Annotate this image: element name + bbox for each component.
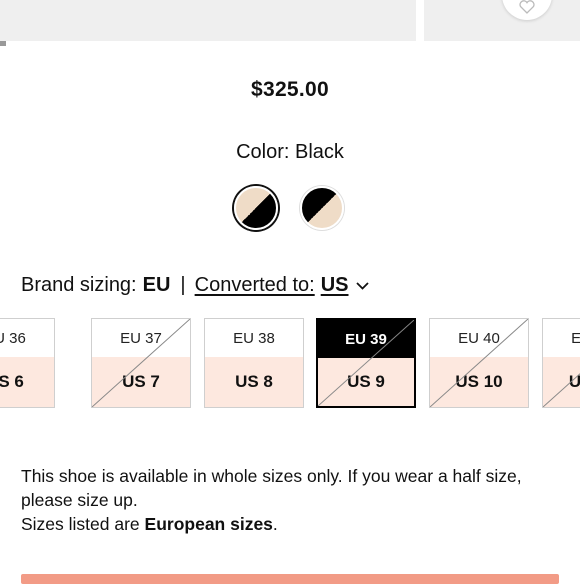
chevron-down-icon[interactable] <box>355 281 370 291</box>
converted-label: Converted to: <box>194 274 315 296</box>
size-eu-label: EU 39 <box>318 320 414 358</box>
gallery-indicator <box>0 41 6 46</box>
brand-sizing-label: Brand sizing: <box>21 274 137 296</box>
size-option-eu39[interactable]: EU 39 US 9 <box>316 318 416 408</box>
size-system-row: Brand sizing: EU | Converted to: US <box>21 274 370 297</box>
size-option-eu37[interactable]: EU 37 US 7 <box>91 318 191 408</box>
size-option-eu36[interactable]: EU 36 US 6 <box>0 318 55 408</box>
converted-size-dropdown[interactable]: Converted to: US <box>195 274 349 297</box>
size-note-prefix: Sizes listed are <box>21 514 145 534</box>
size-note-line1: This shoe is available in whole sizes on… <box>21 466 522 510</box>
size-eu-label: EU 41 <box>571 329 580 347</box>
size-option-eu41[interactable]: EU 41 US 11 <box>542 318 580 408</box>
size-selector: EU 36 US 6 EU 37 US 7 EU 38 US 8 EU 39 U… <box>0 318 580 410</box>
color-selection-label: Color: Black <box>0 141 580 164</box>
size-us-label: US 11 <box>543 357 580 407</box>
size-option-eu38[interactable]: EU 38 US 8 <box>204 318 304 408</box>
size-note-suffix: . <box>272 514 278 534</box>
color-label: Color: <box>236 141 290 163</box>
swatch-cream[interactable] <box>300 186 344 230</box>
size-us-label: US 9 <box>318 358 414 406</box>
heart-icon <box>519 0 535 14</box>
size-us-label: US 8 <box>205 357 303 407</box>
size-note: This shoe is available in whole sizes on… <box>21 464 561 536</box>
color-swatches <box>228 180 368 240</box>
converted-value: US <box>320 274 349 296</box>
size-eu-label: EU 36 <box>0 329 26 347</box>
add-to-bag-button[interactable] <box>21 574 559 584</box>
sizing-separator: | <box>180 274 186 296</box>
size-eu-label: EU 37 <box>120 329 162 347</box>
size-us-label: US 6 <box>0 357 54 407</box>
size-note-line2: Sizes listed are European sizes. <box>21 512 561 536</box>
size-eu-label: EU 38 <box>233 329 275 347</box>
product-image-next[interactable] <box>424 0 580 41</box>
swatch-black[interactable] <box>234 186 278 230</box>
product-price: $325.00 <box>250 78 329 101</box>
brand-sizing-value: EU <box>142 274 171 296</box>
product-image[interactable] <box>0 0 416 41</box>
size-eu-label: EU 40 <box>458 329 500 347</box>
color-value: Black <box>295 141 344 163</box>
product-image-gallery <box>0 0 580 46</box>
size-note-bold: European sizes <box>144 514 273 534</box>
size-option-eu40[interactable]: EU 40 US 10 <box>429 318 529 408</box>
size-us-label: US 10 <box>430 357 528 407</box>
size-us-label: US 7 <box>92 357 190 407</box>
